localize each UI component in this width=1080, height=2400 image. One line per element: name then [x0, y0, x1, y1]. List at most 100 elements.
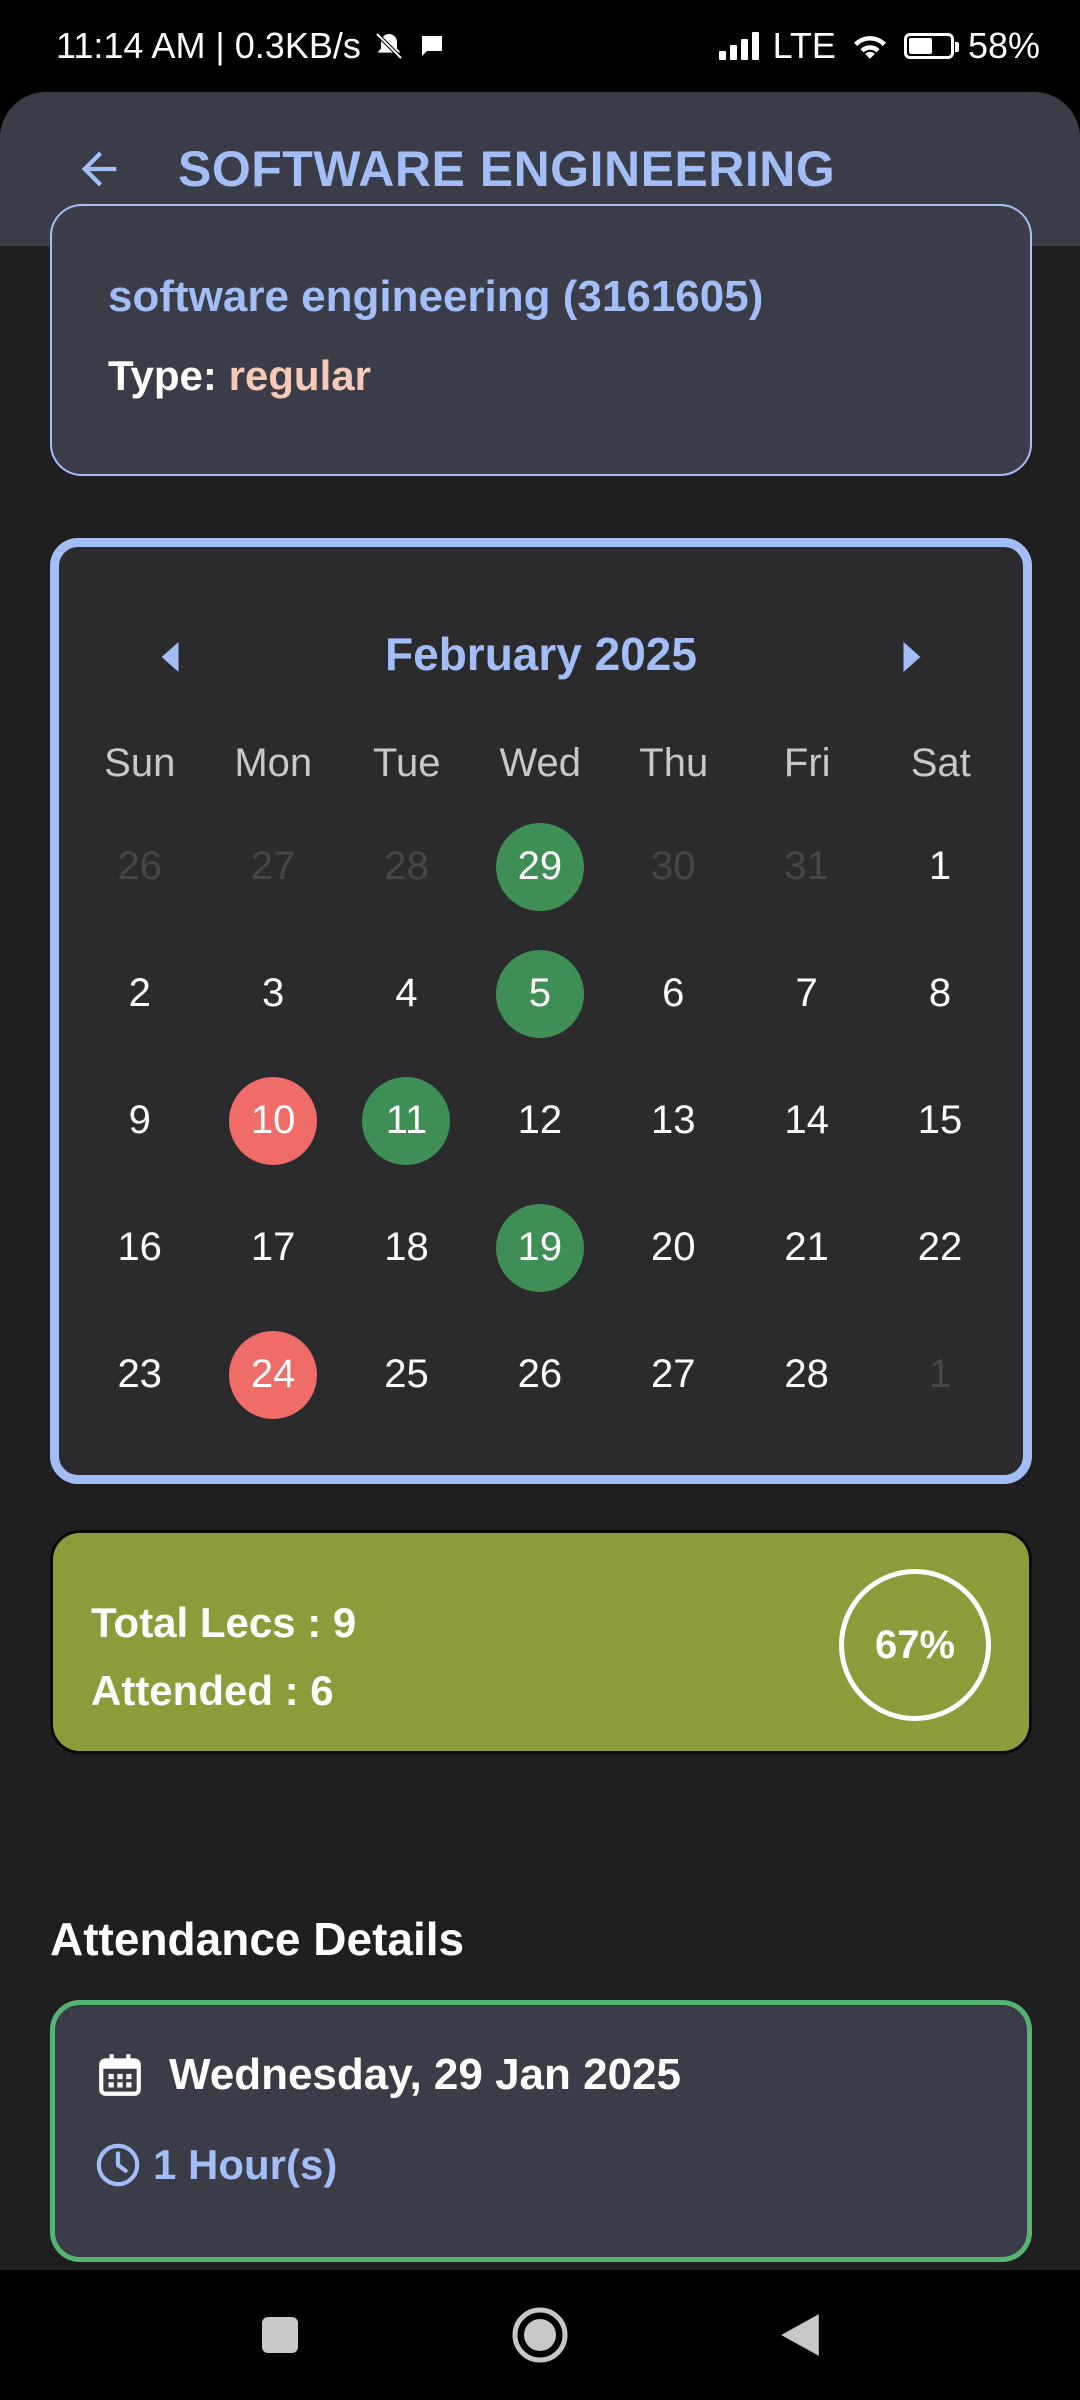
calendar-day-number: 1 — [928, 844, 952, 888]
course-type: Type: regular — [108, 352, 974, 400]
calendar-day[interactable]: 13 — [607, 1057, 740, 1184]
home-button[interactable] — [510, 2305, 570, 2365]
detail-duration-row: 1 Hour(s) — [95, 2141, 1027, 2189]
calendar-day[interactable]: 28 — [740, 1311, 873, 1438]
page-title: SOFTWARE ENGINEERING — [178, 141, 836, 197]
calendar-day[interactable]: 9 — [73, 1057, 206, 1184]
day-grid: 26 27 28 29 30 31 1 2 3 4 5 6 7 8 9 10 11 12 13 14 15 16 17 18 1… — [73, 803, 1007, 1438]
mute-bell-icon — [375, 32, 403, 60]
calendar-day[interactable]: 6 — [607, 930, 740, 1057]
calendar-day[interactable]: 31 — [740, 803, 873, 930]
calendar-day[interactable]: 1 — [873, 803, 1006, 930]
chat-bubble-icon — [421, 36, 442, 56]
calendar-day[interactable]: 12 — [473, 1057, 606, 1184]
calendar-day-number: 30 — [651, 844, 696, 888]
calendar-day-number: 5 — [495, 949, 584, 1038]
calendar-day-number: 25 — [384, 1352, 429, 1396]
calendar-day[interactable]: 16 — [73, 1184, 206, 1311]
calendar-day[interactable]: 25 — [340, 1311, 473, 1438]
calendar: February 2025 Sun Mon Tue Wed Thu Fri Sat 26 27… — [50, 538, 1032, 1484]
detail-date-row: Wednesday, 29 Jan 2025 — [95, 2049, 1027, 2101]
calendar-day[interactable]: 28 — [340, 803, 473, 930]
calendar-day[interactable]: 10 — [206, 1057, 339, 1184]
calendar-day-number: 13 — [651, 1098, 696, 1142]
calendar-day-number: 29 — [495, 822, 584, 911]
calendar-day[interactable]: 20 — [607, 1184, 740, 1311]
calendar-day[interactable]: 26 — [473, 1311, 606, 1438]
wifi-icon — [853, 36, 886, 59]
status-left: 11:14 AM | 0.3KB/s — [56, 25, 447, 67]
course-type-label: Type: — [108, 352, 217, 399]
calendar-day-number: 27 — [250, 844, 296, 888]
calendar-day[interactable]: 8 — [873, 930, 1006, 1057]
arrow-left-icon — [81, 151, 117, 187]
calendar-day-number: 20 — [651, 1225, 696, 1269]
status-right: LTE 58% — [718, 25, 1040, 67]
calendar-icon — [99, 2054, 141, 2096]
next-month-button[interactable] — [889, 635, 933, 679]
calendar-day-number: 7 — [795, 971, 818, 1015]
calendar-day[interactable]: 1 — [873, 1311, 1006, 1438]
calendar-day-number: 18 — [384, 1225, 429, 1269]
course-info-card: software engineering (3161605) Type: reg… — [50, 204, 1032, 476]
weekday-label: Sun — [104, 741, 176, 785]
calendar-day-number: 27 — [651, 1352, 696, 1396]
weekday-label: Tue — [373, 741, 441, 785]
caret-right-icon — [903, 642, 921, 672]
course-type-value: regular — [228, 352, 371, 399]
calendar-day[interactable]: 14 — [740, 1057, 873, 1184]
status-bar: 11:14 AM | 0.3KB/s LTE 58% — [0, 0, 1080, 92]
weekday-label: Wed — [499, 741, 582, 785]
calendar-day[interactable]: 7 — [740, 930, 873, 1057]
calendar-day[interactable]: 2 — [73, 930, 206, 1057]
weekday-row: Sun Mon Tue Wed Thu Fri Sat — [73, 741, 1008, 786]
calendar-day[interactable]: 24 — [206, 1311, 339, 1438]
calendar-header: February 2025 — [59, 617, 1023, 697]
recents-button[interactable] — [250, 2305, 310, 2365]
calendar-day-number: 11 — [362, 1076, 451, 1165]
calendar-day[interactable]: 17 — [206, 1184, 339, 1311]
calendar-day[interactable]: 3 — [206, 930, 339, 1057]
calendar-day[interactable]: 4 — [340, 930, 473, 1057]
weekday-label: Fri — [783, 741, 831, 785]
calendar-day-number: 1 — [928, 1352, 952, 1396]
calendar-day[interactable]: 22 — [873, 1184, 1006, 1311]
calendar-day[interactable]: 23 — [73, 1311, 206, 1438]
back-nav-button[interactable] — [770, 2305, 830, 2365]
system-nav-bar — [0, 2270, 1080, 2400]
calendar-day-number: 26 — [517, 1352, 563, 1396]
calendar-day[interactable]: 26 — [73, 803, 206, 930]
calendar-day[interactable]: 19 — [473, 1184, 606, 1311]
back-button[interactable] — [70, 140, 128, 198]
calendar-day-number: 28 — [784, 1352, 829, 1396]
calendar-day-number: 10 — [229, 1076, 318, 1165]
calendar-day-number: 22 — [917, 1225, 963, 1269]
calendar-day-number: 12 — [517, 1098, 563, 1142]
attendance-percent: 67% — [874, 1622, 956, 1667]
calendar-day[interactable]: 27 — [206, 803, 339, 930]
calendar-day[interactable]: 21 — [740, 1184, 873, 1311]
calendar-day-number: 26 — [117, 844, 162, 888]
calendar-day-number: 31 — [784, 844, 829, 888]
attendance-detail-card[interactable]: Wednesday, 29 Jan 2025 1 Hour(s) — [50, 2000, 1032, 2262]
network-type: LTE — [772, 25, 836, 66]
calendar-day-number: 6 — [662, 971, 685, 1015]
calendar-day[interactable]: 11 — [340, 1057, 473, 1184]
calendar-day[interactable]: 5 — [473, 930, 606, 1057]
calendar-day-number: 15 — [917, 1098, 963, 1142]
calendar-day[interactable]: 29 — [473, 803, 606, 930]
battery-percent: 58% — [967, 25, 1040, 66]
calendar-day[interactable]: 27 — [607, 1311, 740, 1438]
calendar-day[interactable]: 18 — [340, 1184, 473, 1311]
calendar-day-number: 28 — [384, 844, 429, 888]
calendar-day-number: 21 — [784, 1225, 829, 1269]
clock-icon — [96, 2143, 140, 2187]
calendar-day-number: 8 — [928, 971, 952, 1015]
calendar-day[interactable]: 15 — [873, 1057, 1006, 1184]
attendance-stats-card: Total Lecs : 9 Attended : 6 67% — [50, 1530, 1032, 1754]
weekday-label: Thu — [639, 741, 709, 785]
app-screen: SOFTWARE ENGINEERING software engineerin… — [0, 92, 1080, 2270]
battery-icon — [903, 33, 959, 59]
calendar-day-number: 2 — [128, 971, 151, 1015]
calendar-day[interactable]: 30 — [607, 803, 740, 930]
